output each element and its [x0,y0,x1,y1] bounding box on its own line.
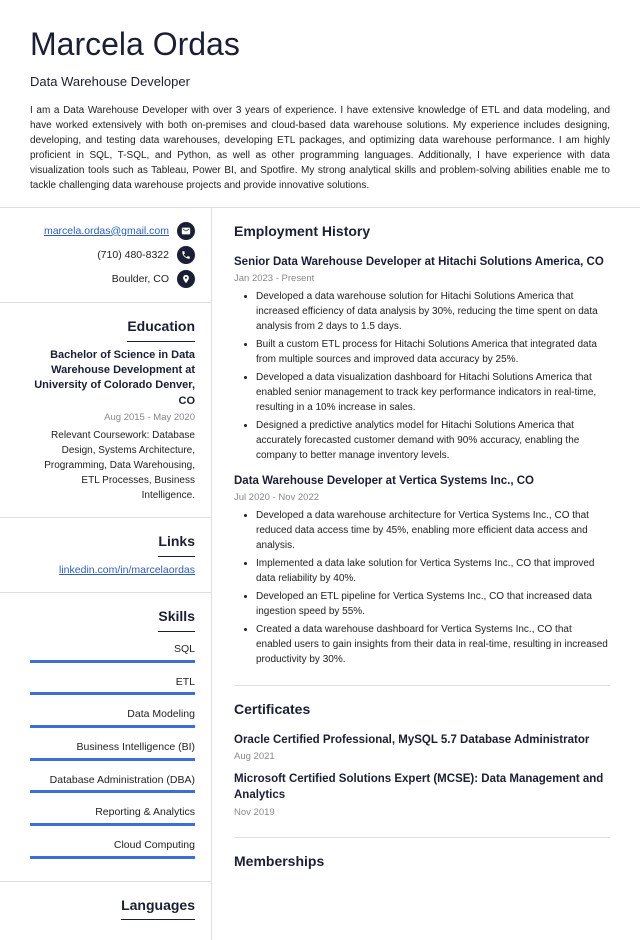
skill-item: ETL [30,671,195,690]
location-icon [177,270,195,288]
job-bullets: Developed a data warehouse architecture … [234,508,610,667]
certificate-block: Oracle Certified Professional, MySQL 5.7… [234,732,610,763]
languages-section: Languages [0,882,211,940]
location-text: Boulder, CO [112,272,169,287]
employment-section: Employment History Senior Data Warehouse… [234,222,610,667]
languages-heading: Languages [121,896,195,921]
job-block: Data Warehouse Developer at Vertica Syst… [234,473,610,667]
sidebar: marcela.ordas@gmail.com (710) 480-8322 B… [0,208,212,940]
education-degree: Bachelor of Science in Data Warehouse De… [30,348,195,410]
certificate-title: Microsoft Certified Solutions Expert (MC… [234,771,610,803]
job-block: Senior Data Warehouse Developer at Hitac… [234,254,610,463]
job-bullet: Created a data warehouse dashboard for V… [256,622,610,667]
skill-item: SQL [30,638,195,657]
skill-item: Data Modeling [30,703,195,722]
job-bullet: Implemented a data lake solution for Ver… [256,556,610,586]
job-position: Senior Data Warehouse Developer at Hitac… [234,254,610,270]
job-bullet: Developed a data warehouse architecture … [256,508,610,553]
education-heading: Education [127,317,195,342]
main-content: Employment History Senior Data Warehouse… [212,208,640,940]
skills-list: SQL ETL Data Modeling Business Intelligence… [30,638,195,859]
memberships-heading: Memberships [234,852,610,876]
education-section: Education Bachelor of Science in Data Wa… [0,303,211,518]
job-bullet: Developed a data warehouse solution for … [256,289,610,334]
links-heading: Links [158,532,195,557]
job-title-heading: Data Warehouse Developer [30,73,610,91]
skill-item: Business Intelligence (BI) [30,736,195,755]
phone-text: (710) 480-8322 [97,248,169,263]
email-icon [177,222,195,240]
job-position: Data Warehouse Developer at Vertica Syst… [234,473,610,489]
job-bullet: Developed an ETL pipeline for Vertica Sy… [256,589,610,619]
employment-heading: Employment History [234,222,610,246]
certificates-heading: Certificates [234,700,610,724]
skill-item: Cloud Computing [30,834,195,853]
certificate-block: Microsoft Certified Solutions Expert (MC… [234,771,610,818]
person-name: Marcela Ordas [30,22,610,67]
skill-bar [30,856,195,859]
links-section: Links linkedin.com/in/marcelaordas [0,518,211,593]
job-dates: Jan 2023 - Present [234,272,610,285]
skill-item: Database Administration (DBA) [30,769,195,788]
job-dates: Jul 2020 - Nov 2022 [234,491,610,504]
memberships-section: Memberships [234,837,610,876]
certificate-date: Nov 2019 [234,806,610,819]
skill-bar [30,692,195,695]
phone-icon [177,246,195,264]
skill-bar [30,725,195,728]
summary-text: I am a Data Warehouse Developer with ove… [30,103,610,193]
skill-bar [30,823,195,826]
skill-bar [30,790,195,793]
skills-heading: Skills [158,607,195,632]
job-bullet: Designed a predictive analytics model fo… [256,418,610,463]
contact-section: marcela.ordas@gmail.com (710) 480-8322 B… [0,208,211,303]
skill-bar [30,660,195,663]
job-bullets: Developed a data warehouse solution for … [234,289,610,463]
education-dates: Aug 2015 - May 2020 [30,411,195,424]
skill-item: Reporting & Analytics [30,801,195,820]
job-bullet: Developed a data visualization dashboard… [256,370,610,415]
education-body: Relevant Coursework: Database Design, Sy… [30,428,195,503]
certificates-section: Certificates Oracle Certified Profession… [234,685,610,818]
job-bullet: Built a custom ETL process for Hitachi S… [256,337,610,367]
certificate-title: Oracle Certified Professional, MySQL 5.7… [234,732,610,748]
certificate-date: Aug 2021 [234,750,610,763]
email-link[interactable]: marcela.ordas@gmail.com [44,224,169,239]
skills-section: Skills SQL ETL Data Modeling Business Intel… [0,593,211,881]
linkedin-link[interactable]: linkedin.com/in/marcelaordas [59,564,195,576]
skill-bar [30,758,195,761]
